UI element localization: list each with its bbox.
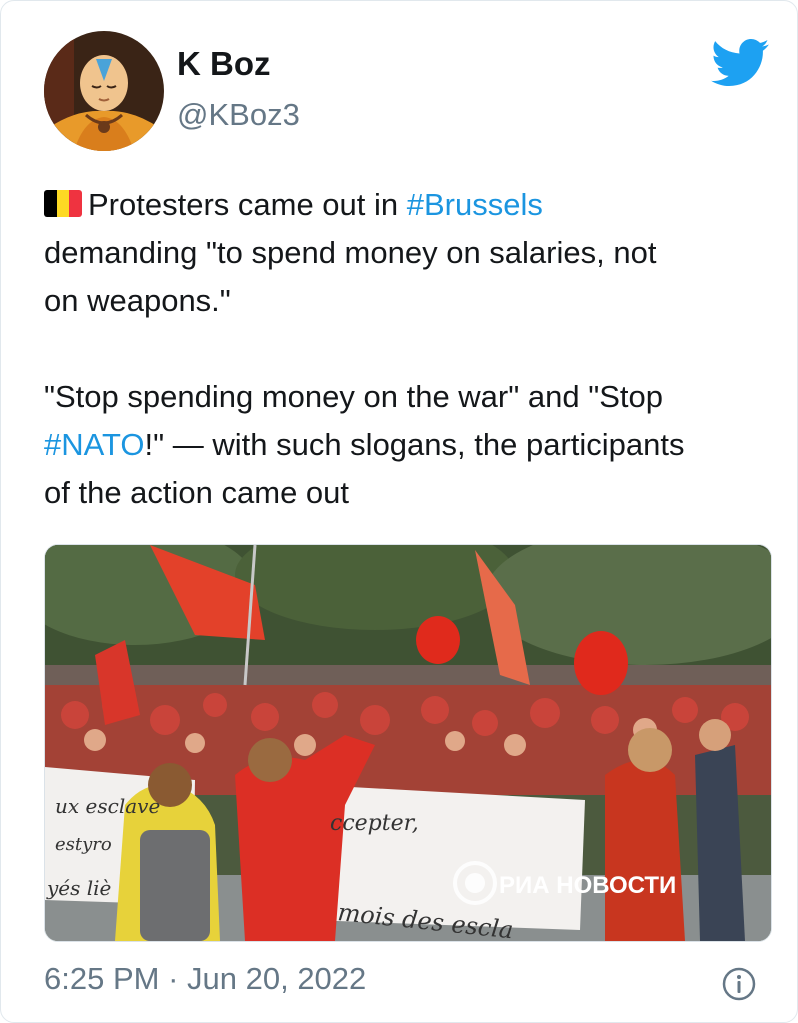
- info-icon[interactable]: [722, 967, 756, 1001]
- user-name[interactable]: K Boz: [177, 45, 271, 83]
- tweet-line-4: "Stop spending money on the war" and "St…: [44, 379, 663, 414]
- tweet-date: Jun 20, 2022: [187, 961, 367, 996]
- hashtag-brussels[interactable]: #Brussels: [407, 187, 543, 222]
- tweet-timestamp[interactable]: 6:25 PM · Jun 20, 2022: [44, 961, 366, 997]
- tweet-text-segment: Protesters came out in: [88, 187, 407, 222]
- meta-separator: ·: [159, 961, 188, 996]
- tweet-time: 6:25 PM: [44, 961, 160, 996]
- banner-text: ux esclave: [55, 794, 160, 818]
- banner-text: estyro: [55, 834, 112, 855]
- media-watermark: РИА НОВОСТИ: [499, 872, 676, 899]
- banner-text: ccepter,: [330, 811, 419, 836]
- tweet-line-5: #NATO!" — with such slogans, the partici…: [44, 421, 774, 469]
- tweet-media-image[interactable]: ux esclave estyro yés liè ccepter, mois …: [44, 544, 772, 942]
- hashtag-nato[interactable]: #NATO: [44, 427, 145, 462]
- twitter-bird-icon[interactable]: [711, 39, 769, 86]
- belgium-flag-icon: [44, 190, 82, 217]
- tweet-line-6: of the action came out: [44, 475, 350, 510]
- tweet-line-3: on weapons.": [44, 283, 231, 318]
- banner-text: yés liè: [46, 876, 111, 900]
- tweet-text: Protesters came out in #Brussels demandi…: [44, 181, 774, 517]
- user-handle[interactable]: @KBoz3: [177, 97, 300, 133]
- tweet-card: K Boz @KBoz3 Protesters came out in #Bru…: [0, 0, 798, 1023]
- tweet-text-segment: !" — with such slogans, the participants: [144, 427, 685, 462]
- avatar[interactable]: [44, 31, 164, 151]
- tweet-line-1: Protesters came out in #Brussels: [44, 181, 774, 229]
- tweet-line-2: demanding "to spend money on salaries, n…: [44, 235, 657, 270]
